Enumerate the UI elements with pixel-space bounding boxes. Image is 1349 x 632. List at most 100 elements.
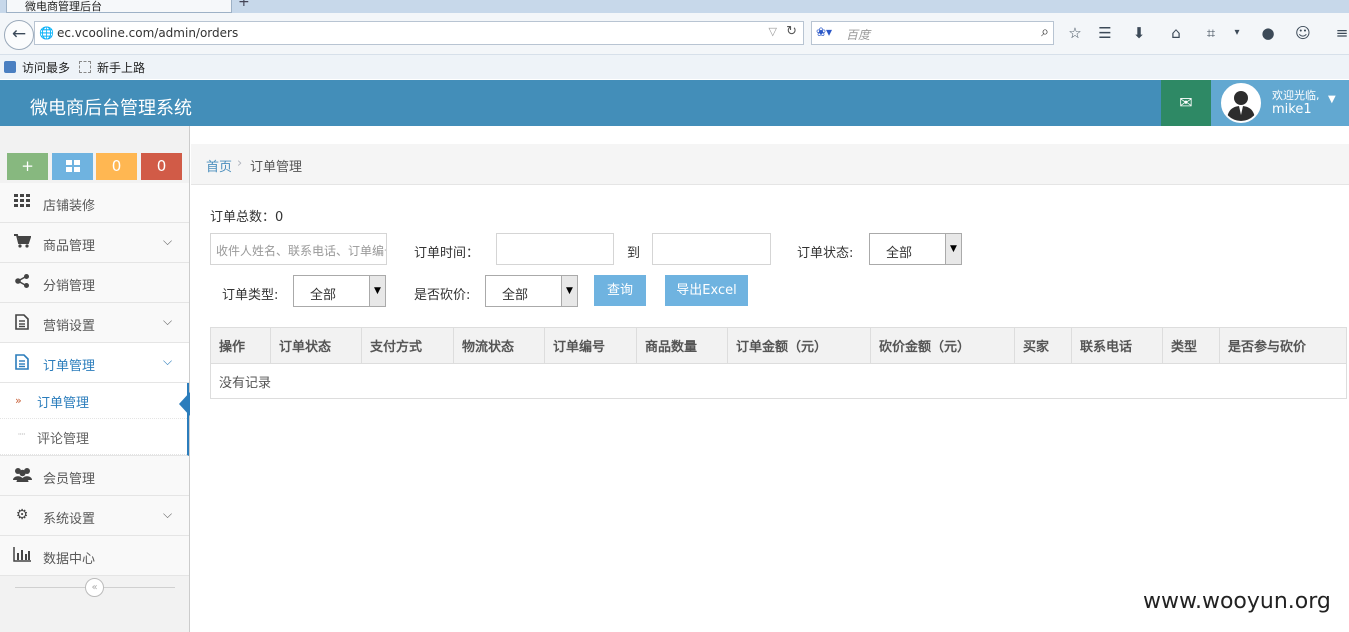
sidebar-item-store-decoration[interactable]: 店铺装修 xyxy=(0,183,189,223)
browser-tab[interactable]: 微电商管理后台 xyxy=(6,0,232,13)
magnifier-icon[interactable]: ⌕ xyxy=(1041,24,1049,40)
dropdown-arrow-icon: ▼ xyxy=(369,276,385,306)
sidebar-item-label: 分销管理 xyxy=(43,279,96,294)
reload-icon[interactable]: ↻ xyxy=(786,24,797,39)
shortcut-grid-button[interactable] xyxy=(52,153,93,180)
column-header-logistics-status[interactable]: 物流状态 xyxy=(453,327,545,364)
cart-icon xyxy=(12,234,32,252)
grid-icon xyxy=(65,160,80,172)
bargain-value: 全部 xyxy=(502,288,529,303)
column-header-payment-method[interactable]: 支付方式 xyxy=(361,327,454,364)
address-bar[interactable]: 🌐 ec.vcooline.com/admin/orders ▽ ↻ xyxy=(34,21,804,45)
table-header-row: 操作 订单状态 支付方式 物流状态 订单编号 商品数量 订单金额（元） 砍价金额… xyxy=(210,327,1347,364)
chat-bubble-icon[interactable]: ● xyxy=(1257,22,1279,44)
submenu-item-label: 评论管理 xyxy=(37,432,90,447)
sidebar-item-marketing[interactable]: 营销设置 ⌵ xyxy=(0,303,189,343)
column-header-phone[interactable]: 联系电话 xyxy=(1071,327,1163,364)
sidebar-collapse: « xyxy=(0,572,189,602)
sidebar-item-label: 订单管理 xyxy=(43,359,96,374)
browser-tab-title: 微电商管理后台 xyxy=(25,0,102,13)
app-title: 微电商后台管理系统 xyxy=(30,98,192,119)
document-icon xyxy=(12,354,32,374)
bookmark-most-visited[interactable]: 访问最多 xyxy=(4,59,70,76)
query-button[interactable]: 查询 xyxy=(594,275,646,306)
tree-line-icon: ┈ xyxy=(18,427,26,441)
breadcrumb-home-link[interactable]: 首页 xyxy=(206,156,232,175)
double-chevron-right-icon: » xyxy=(15,394,22,407)
submenu-item-order-management[interactable]: » 订单管理 xyxy=(0,383,190,419)
sidebar-item-label: 系统设置 xyxy=(43,512,96,527)
column-header-buyer[interactable]: 买家 xyxy=(1014,327,1072,364)
browser-search-bar[interactable]: ❀▾ 百度 ⌕ xyxy=(811,21,1054,45)
sidebar-shortcuts: + 0 0 xyxy=(0,146,189,186)
bargain-select[interactable]: 全部 ▼ xyxy=(485,275,578,307)
dropdown-triangle-icon[interactable]: ▽ xyxy=(769,25,777,38)
column-header-type[interactable]: 类型 xyxy=(1162,327,1220,364)
order-status-label: 订单状态: xyxy=(797,246,854,261)
chevron-down-icon[interactable]: ▾ xyxy=(1226,22,1248,44)
crop-icon[interactable]: ⌗ xyxy=(1200,22,1222,44)
sidebar-item-label: 营销设置 xyxy=(43,319,96,334)
chevron-down-icon: ⌵ xyxy=(163,507,173,521)
avatar xyxy=(1221,83,1261,123)
column-header-order-status[interactable]: 订单状态 xyxy=(270,327,362,364)
empty-table-message: 没有记录 xyxy=(210,363,1347,399)
new-tab-icon[interactable]: + xyxy=(238,0,250,10)
caret-down-icon[interactable]: ▼ xyxy=(1328,94,1336,105)
column-header-bargain-participation[interactable]: 是否参与砍价 xyxy=(1219,327,1347,364)
bookmark-getting-started[interactable]: 新手上路 xyxy=(79,59,145,76)
shortcut-danger-count-button[interactable]: 0 xyxy=(141,153,182,180)
envelope-icon[interactable]: ✉ xyxy=(1161,80,1211,126)
sidebar-item-members[interactable]: 会员管理 xyxy=(0,456,189,496)
column-header-action[interactable]: 操作 xyxy=(210,327,271,364)
sidebar-item-system-settings[interactable]: ⚙ 系统设置 ⌵ xyxy=(0,496,189,536)
submenu-item-label: 订单管理 xyxy=(37,396,90,411)
paw-icon[interactable]: ❀▾ xyxy=(816,25,832,39)
reader-list-icon[interactable]: ☰ xyxy=(1094,22,1116,44)
orders-table: 操作 订单状态 支付方式 物流状态 订单编号 商品数量 订单金额（元） 砍价金额… xyxy=(210,327,1347,399)
table-row: 没有记录 xyxy=(210,363,1347,399)
order-status-value: 全部 xyxy=(886,246,913,261)
export-excel-button[interactable]: 导出Excel xyxy=(665,275,748,306)
keyword-search-input[interactable]: 收件人姓名、联系电话、订单编号 xyxy=(210,233,387,265)
sidebar-item-distribution[interactable]: 分销管理 xyxy=(0,263,189,303)
grid-icon xyxy=(12,194,32,211)
order-type-select[interactable]: 全部 ▼ xyxy=(293,275,386,307)
order-type-value: 全部 xyxy=(310,288,337,303)
document-icon xyxy=(12,314,32,334)
column-header-bargain-amount[interactable]: 砍价金额（元） xyxy=(870,327,1015,364)
shortcut-add-button[interactable]: + xyxy=(7,153,48,180)
sidebar: + 0 0 店铺装修 商品管理 ⌵ 分销管理 营销设置 ⌵ 订单管理 ⌵ » 订… xyxy=(0,126,190,632)
sidebar-item-label: 商品管理 xyxy=(43,239,96,254)
column-header-product-quantity[interactable]: 商品数量 xyxy=(636,327,728,364)
sidebar-item-label: 会员管理 xyxy=(43,472,96,487)
breadcrumb: 首页 › 订单管理 xyxy=(191,144,1349,185)
share-icon xyxy=(12,274,32,292)
bargain-label: 是否砍价: xyxy=(414,288,471,303)
download-arrow-icon[interactable]: ⬇ xyxy=(1128,22,1150,44)
home-icon[interactable]: ⌂ xyxy=(1165,22,1187,44)
date-range-to-label: 到 xyxy=(627,246,641,261)
chevron-down-icon: ⌵ xyxy=(163,354,173,368)
column-header-order-amount[interactable]: 订单金额（元） xyxy=(727,327,871,364)
submenu-item-comment-management[interactable]: ┈ 评论管理 xyxy=(0,419,187,455)
order-time-end-input[interactable] xyxy=(652,233,771,265)
order-time-start-input[interactable] xyxy=(496,233,614,265)
back-arrow-icon[interactable]: ← xyxy=(4,20,34,50)
bookmark-page-icon xyxy=(79,61,91,73)
sidebar-item-products[interactable]: 商品管理 ⌵ xyxy=(0,223,189,263)
sidebar-item-data-center[interactable]: 数据中心 xyxy=(0,536,189,576)
star-icon[interactable]: ☆ xyxy=(1064,22,1086,44)
column-header-order-number[interactable]: 订单编号 xyxy=(544,327,637,364)
person-icon[interactable]: ☺ xyxy=(1292,22,1314,44)
search-placeholder: 百度 xyxy=(846,28,871,42)
shortcut-warning-count-button[interactable]: 0 xyxy=(96,153,137,180)
sidebar-item-orders[interactable]: 订单管理 ⌵ xyxy=(0,343,189,383)
double-chevron-left-icon[interactable]: « xyxy=(85,578,104,597)
order-total-count: 订单总数：0 xyxy=(210,210,284,225)
user-menu[interactable]: 欢迎光临, mike1 ▼ xyxy=(1211,80,1349,126)
browser-navbar: ← 🌐 ec.vcooline.com/admin/orders ▽ ↻ ❀▾ … xyxy=(0,13,1349,55)
order-status-select[interactable]: 全部 ▼ xyxy=(869,233,962,265)
active-arrow-icon xyxy=(179,392,190,416)
hamburger-menu-icon[interactable]: ≡ xyxy=(1331,22,1349,44)
